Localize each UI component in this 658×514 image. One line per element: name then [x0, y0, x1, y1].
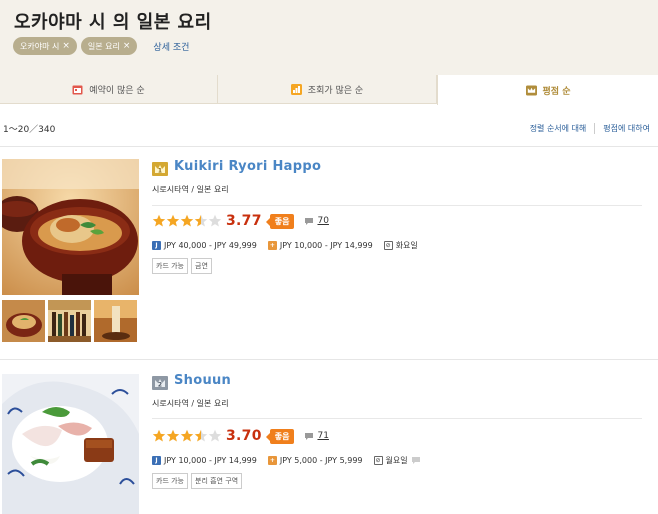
tab-label: 예약이 많은 순	[89, 86, 145, 96]
crown-icon	[525, 84, 537, 96]
rating-stars	[152, 214, 222, 228]
comment-icon	[305, 432, 314, 440]
thumbnail-photo[interactable]	[48, 300, 91, 342]
dinner-price: JPY 40,000 - JPY 49,999	[164, 241, 257, 250]
restaurant-area: 시로시타역 / 일본 요리	[152, 185, 229, 194]
price-row: J JPY 10,000 - JPY 14,999 + JPY 5,000 - …	[152, 455, 421, 466]
rating-info-link[interactable]: 평점에 대하여	[603, 123, 650, 134]
review-count-link[interactable]: 71	[304, 431, 329, 441]
bar-chart-icon	[290, 84, 302, 95]
tab-label: 평점 순	[542, 86, 571, 97]
filter-chip-label: 일본 요리	[87, 41, 120, 51]
sort-order-link[interactable]: 정렬 순서에 대해	[530, 123, 587, 134]
holiday-text: 화요일	[395, 241, 418, 250]
status-badge: 좋음	[265, 213, 295, 229]
divider	[594, 123, 596, 134]
comment-icon	[411, 457, 420, 464]
page-header: 오카야마 시 의 일본 요리 오카야마 시 × 일본 요리 × 상세 조건	[0, 0, 658, 75]
page-title: 오카야마 시 의 일본 요리	[14, 12, 212, 33]
tab-most-reserved[interactable]: 예약이 많은 순	[0, 75, 218, 104]
filter-chip-cuisine[interactable]: 일본 요리 ×	[80, 37, 138, 55]
review-count: 71	[317, 431, 329, 441]
star-icon	[194, 429, 208, 442]
lunch-price-icon: +	[267, 456, 277, 465]
restaurant-tags: 카드 가능 분리 흡연 구역	[152, 473, 243, 489]
price-row: J JPY 40,000 - JPY 49,999 + JPY 10,000 -…	[152, 240, 418, 251]
star-icon	[152, 429, 166, 442]
review-count: 70	[317, 216, 329, 226]
tab-label: 조회가 많은 순	[307, 86, 364, 96]
filter-chip-label: 오카야마 시	[20, 41, 60, 51]
restaurant-card: 2 Shouun 시로시타역 / 일본 요리 3.70 좋음 71 J JPY …	[0, 360, 658, 514]
rank-crown-icon: 1	[152, 161, 168, 176]
tab-rating[interactable]: 평점 순	[437, 75, 658, 105]
close-icon[interactable]: ×	[123, 41, 131, 51]
tag: 카드 가능	[152, 473, 188, 489]
holiday-text: 월요일	[385, 456, 408, 465]
photo-thumbnails	[2, 300, 137, 342]
tag: 분리 흡연 구역	[191, 473, 243, 489]
restaurant-tags: 카드 가능 금연	[152, 258, 212, 274]
restaurant-main-photo[interactable]	[2, 374, 139, 514]
close-icon[interactable]: ×	[62, 41, 70, 51]
rank-number: 1	[158, 168, 162, 175]
sort-tabs: 예약이 많은 순 조회가 많은 순 평점 순	[0, 75, 658, 105]
tag: 카드 가능	[152, 258, 188, 274]
review-count-link[interactable]: 70	[304, 216, 329, 226]
filter-chips: 오카야마 시 × 일본 요리 × 상세 조건	[13, 37, 189, 55]
status-badge: 좋음	[265, 428, 295, 444]
star-icon	[180, 429, 194, 442]
holiday-icon: ⊘	[383, 241, 393, 250]
rating-row: 3.70 좋음 71	[152, 428, 329, 444]
result-count: 1～20／340	[3, 125, 56, 135]
rank-number: 2	[158, 382, 162, 389]
filter-chip-area[interactable]: 오카야마 시 ×	[13, 37, 77, 55]
star-icon	[208, 214, 222, 227]
rating-row: 3.77 좋음 70	[152, 213, 329, 229]
rating-stars	[152, 429, 222, 443]
detail-conditions-link[interactable]: 상세 조건	[153, 40, 189, 53]
holiday-icon: ⊘	[373, 456, 383, 465]
dinner-price-icon: J	[152, 456, 161, 465]
star-icon	[208, 429, 222, 442]
calendar-icon	[72, 84, 83, 95]
rating-score: 3.70	[226, 428, 262, 444]
star-icon	[180, 214, 194, 227]
rank-crown-icon: 2	[152, 375, 168, 390]
dinner-price: JPY 10,000 - JPY 14,999	[164, 456, 257, 465]
restaurant-main-photo[interactable]	[2, 159, 139, 295]
thumbnail-photo[interactable]	[94, 300, 137, 342]
dinner-price-icon: J	[152, 241, 161, 250]
thumbnail-photo[interactable]	[2, 300, 45, 342]
divider	[152, 205, 642, 206]
lunch-price: JPY 10,000 - JPY 14,999	[279, 241, 373, 250]
divider	[152, 418, 642, 419]
sort-info-links: 정렬 순서에 대해 평점에 대하여	[530, 123, 650, 134]
restaurant-name-link[interactable]: Kuikiri Ryori Happo	[174, 159, 321, 174]
star-icon	[166, 429, 180, 442]
comment-icon	[305, 217, 314, 225]
star-icon	[194, 214, 208, 227]
restaurant-card: 1 Kuikiri Ryori Happo 시로시타역 / 일본 요리 3.77…	[0, 147, 658, 357]
tag: 금연	[191, 258, 212, 274]
star-icon	[166, 214, 180, 227]
lunch-price-icon: +	[267, 241, 277, 250]
tab-most-viewed[interactable]: 조회가 많은 순	[218, 75, 437, 104]
restaurant-name-link[interactable]: Shouun	[174, 373, 231, 388]
restaurant-area: 시로시타역 / 일본 요리	[152, 399, 229, 408]
rating-score: 3.77	[226, 213, 262, 229]
star-icon	[152, 214, 166, 227]
lunch-price: JPY 5,000 - JPY 5,999	[279, 456, 363, 465]
